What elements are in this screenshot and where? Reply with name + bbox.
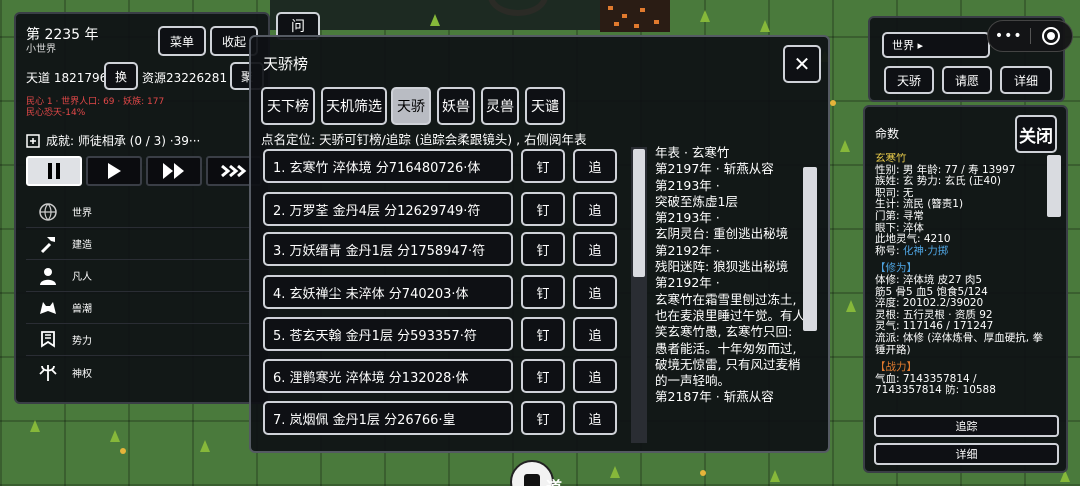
ranking-scroll-thumb[interactable] bbox=[633, 149, 645, 277]
menu-button[interactable]: 菜单 bbox=[158, 26, 206, 56]
ranking-row[interactable]: 7. 岚烟佩 金丹1层 分26766·皇 bbox=[263, 401, 513, 435]
target-icon bbox=[1042, 27, 1061, 45]
details-button[interactable]: 详细 bbox=[1000, 66, 1052, 94]
nav-mortals[interactable]: 凡人 bbox=[26, 260, 252, 292]
pin-button[interactable]: 钉 bbox=[521, 232, 565, 266]
annals-scrollbar[interactable] bbox=[803, 147, 819, 443]
globe-icon bbox=[39, 202, 57, 221]
track-button[interactable]: 追 bbox=[573, 192, 617, 226]
speed-controls bbox=[26, 156, 262, 186]
nav-world[interactable]: 世界 bbox=[26, 196, 252, 228]
title-line: 称号: 化神·力掷 bbox=[875, 244, 1047, 258]
nav-label: 神权 bbox=[72, 368, 92, 380]
more-menu-button[interactable]: ••• bbox=[988, 28, 1030, 44]
title-label: 称号: bbox=[875, 244, 903, 257]
tab-heaven-punish[interactable]: 天谴 bbox=[525, 87, 565, 125]
character-info: 玄寒竹 性别: 男 年龄: 77 / 寿 13997 族姓: 玄 势力: 玄氏 … bbox=[875, 153, 1047, 403]
annals-scroll-thumb[interactable] bbox=[803, 167, 817, 331]
track-button[interactable]: 追 bbox=[573, 401, 617, 435]
petition-button[interactable]: 请愿 bbox=[942, 66, 992, 94]
achievement-row[interactable]: 成就: 师徒相承 (0 / 3) ·39··· bbox=[26, 132, 200, 149]
nav-faction[interactable]: 势力 bbox=[26, 324, 252, 356]
exit-button[interactable] bbox=[1030, 27, 1072, 45]
play-icon bbox=[108, 163, 121, 179]
cultivation-line: 体修: 淬体境 皮27 肉5 bbox=[875, 273, 983, 286]
pin-button[interactable]: 钉 bbox=[521, 275, 565, 309]
detail-scroll-thumb[interactable] bbox=[1047, 155, 1061, 217]
tab-fate-filter[interactable]: 天机筛选 bbox=[321, 87, 387, 125]
cultivation-line: 流派: 体修 (淬体炼骨、厚血硬抗, 拳锤开路) bbox=[875, 331, 1043, 356]
nav-label: 凡人 bbox=[72, 272, 92, 283]
person-icon bbox=[40, 267, 56, 285]
ranking-row[interactable]: 2. 万罗荃 金丹4层 分12629749·符 bbox=[263, 192, 513, 226]
wolf-icon bbox=[40, 301, 56, 314]
pause-button[interactable] bbox=[26, 156, 82, 186]
ranking-row[interactable]: 4. 玄妖禅尘 未淬体 分740203·体 bbox=[263, 275, 513, 309]
nav-label: 势力 bbox=[72, 336, 92, 347]
detail-scrollbar[interactable] bbox=[1047, 153, 1063, 403]
track-button[interactable]: 追 bbox=[573, 149, 617, 183]
track-button[interactable]: 追 bbox=[573, 317, 617, 351]
hammer-icon bbox=[40, 236, 55, 253]
track-button[interactable]: 追 bbox=[573, 359, 617, 393]
track-button[interactable]: 追 bbox=[573, 232, 617, 266]
tianjiao-ranking-dialog: 天骄榜 ✕ 天下榜 天机筛选 天骄 妖兽 灵兽 天谴 点名定位: 天骄可钉榜/追… bbox=[249, 35, 830, 453]
dialog-hint: 点名定位: 天骄可钉榜/追踪 (追踪会柔跟镜头) , 右侧阅年表 bbox=[261, 132, 587, 147]
close-dialog-button[interactable]: ✕ bbox=[783, 45, 821, 83]
annals-text: 年表 · 玄寒竹 第2197年 · 斩燕从容 第2193年 · 突破至炼虚1层 … bbox=[655, 145, 805, 405]
character-detail-panel: 命数 关闭 玄寒竹 性别: 男 年龄: 77 / 寿 13997 族姓: 玄 势… bbox=[863, 105, 1068, 473]
tab-world-ranking[interactable]: 天下榜 bbox=[261, 87, 315, 125]
dao-label: 道 bbox=[546, 474, 562, 486]
character-name: 玄寒竹 bbox=[875, 153, 907, 164]
nav-beast-tide[interactable]: 兽潮 bbox=[26, 292, 252, 324]
tiandao-value: 天道 1821796 bbox=[26, 71, 108, 85]
pause-icon bbox=[48, 163, 60, 179]
pin-button[interactable]: 钉 bbox=[521, 149, 565, 183]
trident-icon bbox=[39, 365, 57, 381]
pin-button[interactable]: 钉 bbox=[521, 317, 565, 351]
tianjiao-button[interactable]: 天骄 bbox=[884, 66, 934, 94]
morale-line: 民心恐天-14% bbox=[26, 108, 86, 118]
ranking-row[interactable]: 6. 浬鹡寒光 淬体境 分132028·体 bbox=[263, 359, 513, 393]
world-select[interactable]: 世界 ▸ bbox=[882, 32, 990, 58]
combat-header: 【战力】 bbox=[875, 361, 917, 374]
ranking-row[interactable]: 1. 玄寒竹 淬体境 分716480726·体 bbox=[263, 149, 513, 183]
ranking-scrollbar[interactable] bbox=[631, 147, 647, 443]
fast-forward-button[interactable] bbox=[146, 156, 202, 186]
panel-title: 命数 bbox=[875, 127, 900, 141]
tab-spirit-beasts[interactable]: 灵兽 bbox=[481, 87, 519, 125]
track-button[interactable]: 追 bbox=[573, 275, 617, 309]
tab-demon-beasts[interactable]: 妖兽 bbox=[437, 87, 475, 125]
info-line: 门第: 寻常 bbox=[875, 209, 924, 222]
nav-label: 兽潮 bbox=[72, 304, 92, 315]
character-details-button[interactable]: 详细 bbox=[874, 443, 1059, 465]
pin-button[interactable]: 钉 bbox=[521, 401, 565, 435]
dialog-title: 天骄榜 bbox=[263, 55, 309, 73]
play-button[interactable] bbox=[86, 156, 142, 186]
tab-tianjiao[interactable]: 天骄 bbox=[391, 87, 431, 125]
ranking-row[interactable]: 3. 万妖缙青 金丹1层 分1758947·符 bbox=[263, 232, 513, 266]
swap-button[interactable]: 换 bbox=[104, 62, 138, 90]
title-value: 化神·力掷 bbox=[902, 244, 949, 257]
track-character-button[interactable]: 追踪 bbox=[874, 415, 1059, 437]
fast-forward-icon bbox=[163, 163, 184, 179]
banner-icon bbox=[41, 330, 55, 348]
pin-button[interactable]: 钉 bbox=[521, 359, 565, 393]
combat-line: 7143357814 防: 10588 bbox=[875, 384, 996, 397]
nav-label: 建造 bbox=[72, 240, 92, 251]
world-name: 小世界 bbox=[26, 44, 56, 55]
achievement-text: 成就: 师徒相承 (0 / 3) ·39··· bbox=[46, 134, 201, 148]
cultivation-line: 淬度: 20102.2/39020 bbox=[875, 297, 984, 310]
triple-chevron-icon bbox=[221, 164, 247, 178]
world-status-panel: 第 2235 年 小世界 菜单 收起 天道 1821796 换 资源232262… bbox=[14, 12, 270, 404]
close-panel-button[interactable]: 关闭 bbox=[1015, 115, 1057, 153]
nav-divine[interactable]: 神权 bbox=[26, 356, 252, 388]
pin-button[interactable]: 钉 bbox=[521, 192, 565, 226]
nav-label: 世界 bbox=[72, 208, 92, 219]
resource-value: 资源23226281 bbox=[142, 71, 228, 85]
miniprogram-capsule: ••• bbox=[987, 20, 1073, 52]
achievement-icon bbox=[26, 133, 40, 148]
nav-build[interactable]: 建造 bbox=[26, 228, 252, 260]
ranking-row[interactable]: 5. 苍玄天翰 金丹1层 分593357·符 bbox=[263, 317, 513, 351]
